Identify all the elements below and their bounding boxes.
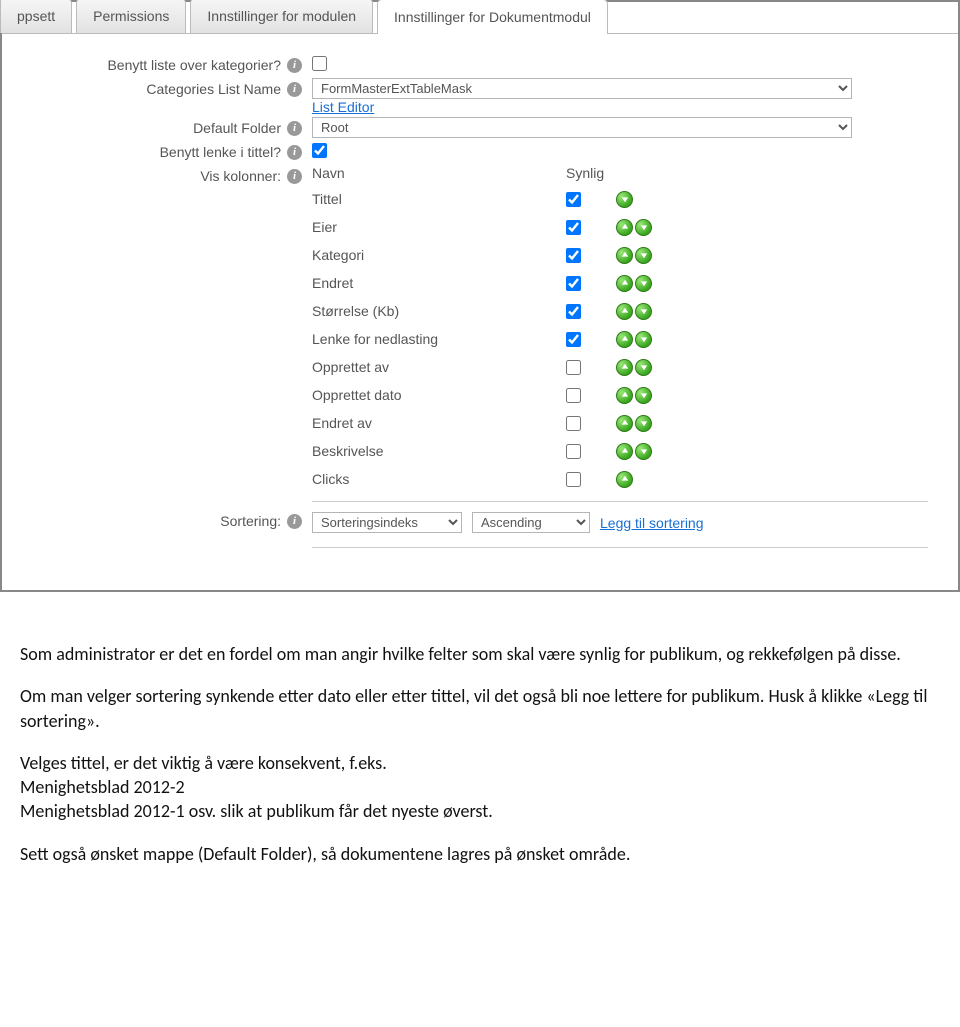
info-icon[interactable]: i xyxy=(287,82,302,97)
categories-list-name-select[interactable]: FormMasterExtTableMask xyxy=(312,78,852,99)
arrow-down-icon[interactable] xyxy=(635,331,652,348)
arrow-down-icon[interactable] xyxy=(635,219,652,236)
columns-table: Navn Synlig Tittel Eier Kategori Endret Stør… xyxy=(312,165,928,493)
column-row: Lenke for nedlasting xyxy=(312,325,928,353)
column-row: Beskrivelse xyxy=(312,437,928,465)
column-name: Clicks xyxy=(312,471,566,487)
use-link-title-checkbox[interactable] xyxy=(312,143,327,158)
column-visible-checkbox[interactable] xyxy=(566,304,581,319)
column-visible-checkbox[interactable] xyxy=(566,360,581,375)
document-text: Som administrator er det en fordel om ma… xyxy=(0,632,960,914)
list-editor-link[interactable]: List Editor xyxy=(312,99,374,115)
arrow-up-icon[interactable] xyxy=(616,415,633,432)
arrow-down-icon[interactable] xyxy=(616,191,633,208)
settings-panel: ppsett Permissions Innstillinger for mod… xyxy=(0,0,960,592)
column-name: Endret xyxy=(312,275,566,291)
column-visible-checkbox[interactable] xyxy=(566,472,581,487)
arrow-down-icon[interactable] xyxy=(635,359,652,376)
column-visible-checkbox[interactable] xyxy=(566,416,581,431)
info-icon[interactable]: i xyxy=(287,169,302,184)
categories-list-name-label: Categories List Name xyxy=(146,81,281,97)
column-visible-checkbox[interactable] xyxy=(566,388,581,403)
column-row: Endret xyxy=(312,269,928,297)
default-folder-select[interactable]: Root xyxy=(312,117,852,138)
column-name: Endret av xyxy=(312,415,566,431)
arrow-up-icon[interactable] xyxy=(616,275,633,292)
column-name: Lenke for nedlasting xyxy=(312,331,566,347)
form-area: Benytt liste over kategorier? i Categori… xyxy=(2,34,958,580)
column-row: Kategori xyxy=(312,241,928,269)
arrow-down-icon[interactable] xyxy=(635,443,652,460)
column-name: Tittel xyxy=(312,191,566,207)
arrow-up-icon[interactable] xyxy=(616,247,633,264)
paragraph: Menighetsblad 2012-1 osv. slik at publik… xyxy=(20,799,940,823)
column-name: Opprettet av xyxy=(312,359,566,375)
column-row: Størrelse (Kb) xyxy=(312,297,928,325)
tab-oppsett[interactable]: ppsett xyxy=(0,0,72,33)
column-row: Tittel xyxy=(312,185,928,213)
column-visible-checkbox[interactable] xyxy=(566,248,581,263)
default-folder-label: Default Folder xyxy=(193,120,281,136)
column-visible-checkbox[interactable] xyxy=(566,220,581,235)
paragraph: Velges tittel, er det viktig å være kons… xyxy=(20,751,940,775)
arrow-up-icon[interactable] xyxy=(616,443,633,460)
use-categories-checkbox[interactable] xyxy=(312,56,327,71)
arrow-down-icon[interactable] xyxy=(635,415,652,432)
paragraph: Sett også ønsket mappe (Default Folder),… xyxy=(20,842,940,866)
arrow-up-icon[interactable] xyxy=(616,303,633,320)
sort-field-select[interactable]: Sorteringsindeks xyxy=(312,512,462,533)
tab-module-settings[interactable]: Innstillinger for modulen xyxy=(190,0,373,33)
use-categories-label: Benytt liste over kategorier? xyxy=(107,57,281,73)
paragraph: Menighetsblad 2012-2 xyxy=(20,775,940,799)
column-name: Kategori xyxy=(312,247,566,263)
sort-direction-select[interactable]: Ascending xyxy=(472,512,590,533)
add-sort-link[interactable]: Legg til sortering xyxy=(600,515,704,531)
column-row: Eier xyxy=(312,213,928,241)
column-row: Opprettet dato xyxy=(312,381,928,409)
divider xyxy=(312,547,928,548)
use-link-title-label: Benytt lenke i tittel? xyxy=(160,144,281,160)
column-name: Eier xyxy=(312,219,566,235)
info-icon[interactable]: i xyxy=(287,145,302,160)
column-visible-checkbox[interactable] xyxy=(566,276,581,291)
vis-kolonner-label: Vis kolonner: xyxy=(200,168,281,184)
tab-document-settings[interactable]: Innstillinger for Dokumentmodul xyxy=(377,0,608,34)
column-row: Endret av xyxy=(312,409,928,437)
arrow-up-icon[interactable] xyxy=(616,471,633,488)
column-visible-header: Synlig xyxy=(566,165,604,181)
column-name: Opprettet dato xyxy=(312,387,566,403)
column-visible-checkbox[interactable] xyxy=(566,444,581,459)
paragraph: Om man velger sortering synkende etter d… xyxy=(20,684,940,733)
column-visible-checkbox[interactable] xyxy=(566,192,581,207)
arrow-down-icon[interactable] xyxy=(635,275,652,292)
column-row: Clicks xyxy=(312,465,928,493)
arrow-down-icon[interactable] xyxy=(635,303,652,320)
arrow-up-icon[interactable] xyxy=(616,359,633,376)
paragraph: Som administrator er det en fordel om ma… xyxy=(20,642,940,666)
column-row: Opprettet av xyxy=(312,353,928,381)
tab-permissions[interactable]: Permissions xyxy=(76,0,186,33)
sortering-label: Sortering: xyxy=(220,513,281,529)
info-icon[interactable]: i xyxy=(287,514,302,529)
tab-strip: ppsett Permissions Innstillinger for mod… xyxy=(2,0,958,34)
arrow-down-icon[interactable] xyxy=(635,247,652,264)
info-icon[interactable]: i xyxy=(287,121,302,136)
arrow-up-icon[interactable] xyxy=(616,387,633,404)
column-name-header: Navn xyxy=(312,165,566,181)
arrow-down-icon[interactable] xyxy=(635,387,652,404)
column-name: Størrelse (Kb) xyxy=(312,303,566,319)
column-visible-checkbox[interactable] xyxy=(566,332,581,347)
column-name: Beskrivelse xyxy=(312,443,566,459)
arrow-up-icon[interactable] xyxy=(616,219,633,236)
info-icon[interactable]: i xyxy=(287,58,302,73)
divider xyxy=(312,501,928,502)
arrow-up-icon[interactable] xyxy=(616,331,633,348)
